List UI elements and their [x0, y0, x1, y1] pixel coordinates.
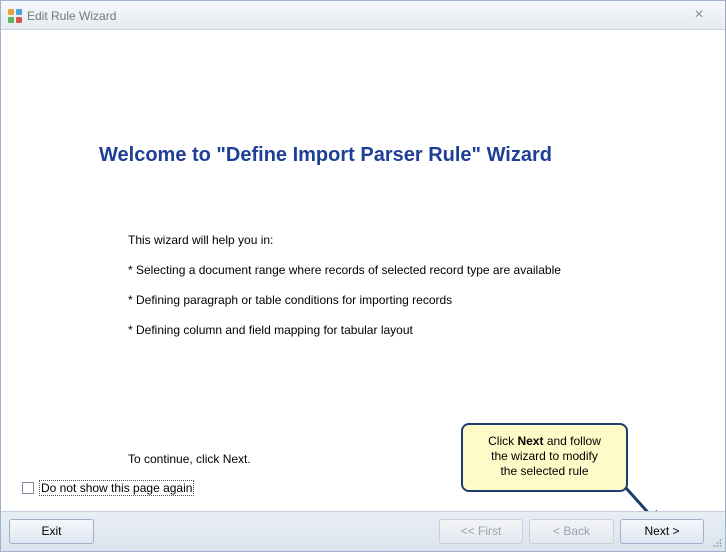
bullet-item: * Defining paragraph or table conditions… [128, 293, 453, 307]
page-title: Welcome to "Define Import Parser Rule" W… [99, 144, 552, 166]
window-title: Edit Rule Wizard [27, 9, 117, 23]
close-icon[interactable]: × [691, 7, 707, 23]
dont-show-again-checkbox[interactable] [22, 482, 34, 494]
wizard-footer: Exit << First < Back Next > [1, 511, 725, 551]
continue-text: To continue, click Next. [128, 452, 251, 466]
wizard-window: Edit Rule Wizard × Welcome to "Define Im… [0, 0, 726, 552]
exit-button[interactable]: Exit [9, 519, 94, 544]
resize-grip-icon[interactable] [712, 538, 722, 548]
bullet-item: * Defining column and field mapping for … [128, 323, 413, 337]
callout-line-3: the selected rule [500, 464, 589, 478]
first-button[interactable]: << First [439, 519, 523, 544]
back-button[interactable]: < Back [529, 519, 614, 544]
title-bar: Edit Rule Wizard × [1, 1, 725, 30]
app-icon [8, 9, 22, 23]
bullet-item: * Selecting a document range where recor… [128, 263, 561, 277]
dont-show-again-label[interactable]: Do not show this page again [39, 480, 195, 496]
callout-line-2: the wizard to modify [491, 449, 598, 463]
callout-tip: Click Next and follow the wizard to modi… [461, 423, 628, 492]
next-button[interactable]: Next > [620, 519, 704, 544]
intro-text: This wizard will help you in: [128, 233, 274, 247]
callout-line-1: Click Next and follow [488, 434, 601, 448]
